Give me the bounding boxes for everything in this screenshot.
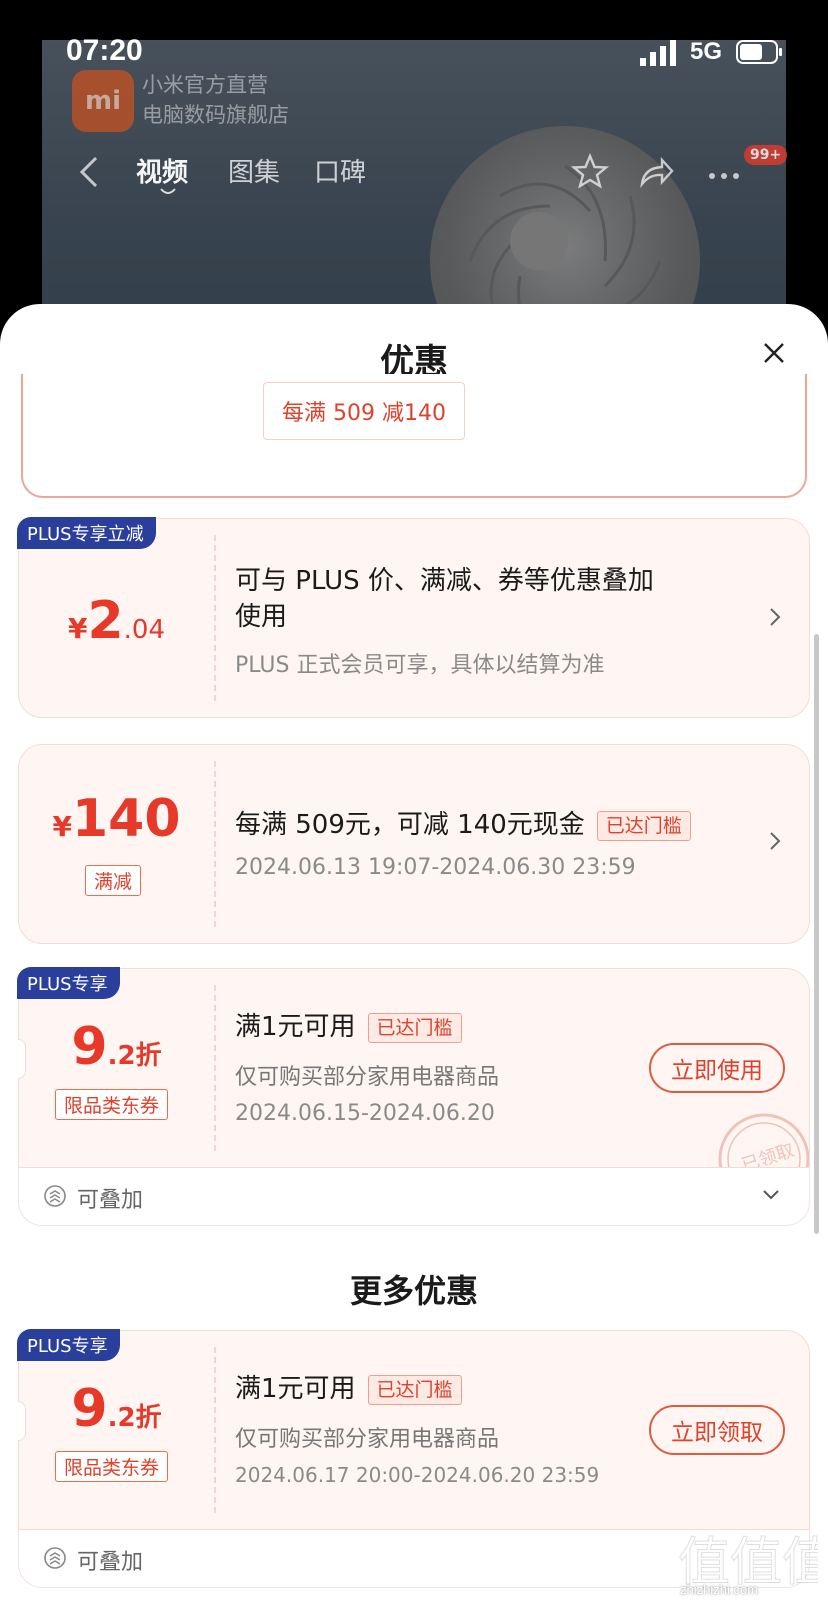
stackable-row[interactable]: 可叠加 <box>18 1168 810 1226</box>
amount-integer: 2 <box>87 591 124 651</box>
promo-chip[interactable]: 每满 509 减140 <box>263 382 465 440</box>
store-logo[interactable]: mi <box>72 70 134 132</box>
card-divider <box>214 761 216 927</box>
card1-line1: 可与 PLUS 价、满减、券等优惠叠加 <box>235 566 654 596</box>
amount-integer: 140 <box>71 789 181 849</box>
claim-now-button[interactable]: 立即领取 <box>649 1405 785 1455</box>
back-arrow-icon[interactable] <box>76 152 104 192</box>
signal-icon <box>640 40 676 66</box>
store-name-line2: 电脑数码旗舰店 <box>142 103 289 127</box>
reduction-amount: ¥140 <box>19 789 214 849</box>
threshold-reached-badge: 已达门槛 <box>367 1012 462 1043</box>
plus-tag: PLUS专享立减 <box>17 517 156 549</box>
screen: mi 小米官方直营 电脑数码旗舰店 视频 图集 口碑 99+ 07:20 5G … <box>0 0 828 1604</box>
card1-line2: 使用 <box>235 602 288 632</box>
stackable-label: 可叠加 <box>77 1188 144 1213</box>
discount-decimal: .2 <box>107 1403 136 1433</box>
validity-date: 2024.06.15-2024.06.20 <box>235 1101 495 1126</box>
svg-text:已领取: 已领取 <box>739 1140 797 1167</box>
stackable-label: 可叠加 <box>77 1550 144 1575</box>
tab-gallery[interactable]: 图集 <box>228 152 280 189</box>
battery-icon <box>736 40 782 64</box>
discount-decimal: .2 <box>107 1041 136 1071</box>
card-divider <box>214 535 216 701</box>
more-icon[interactable] <box>704 152 744 192</box>
card4-main: 满1元可用 <box>235 1374 356 1404</box>
more-discounts-title: 更多优惠 <box>349 1272 478 1310</box>
discount-integer: 9 <box>71 1379 108 1439</box>
type-label: 满减 <box>85 865 142 896</box>
scrollbar[interactable] <box>814 634 819 1234</box>
watermark-url: zhizhizhi.com <box>680 1582 759 1597</box>
full-reduction-card[interactable]: ¥140 满减 每满 509元，可减 140元现金 已达门槛 2024.06.13… <box>18 744 810 944</box>
coupon-type-label: 限品类东券 <box>55 1451 169 1482</box>
stack-icon <box>44 1185 66 1207</box>
currency-symbol: ¥ <box>52 810 72 843</box>
plus-tag: PLUS专享 <box>17 967 120 999</box>
tab-video[interactable]: 视频 <box>136 152 188 189</box>
tab-reviews[interactable]: 口碑 <box>314 152 366 189</box>
chevron-right-icon[interactable] <box>767 605 783 629</box>
plus-coupon-card[interactable]: PLUS专享 9.2折 限品类东券 满1元可用 已达门槛 仅可购买部分家用电器商品… <box>17 967 810 1168</box>
network-type: 5G <box>690 38 723 65</box>
use-now-button[interactable]: 立即使用 <box>649 1043 785 1093</box>
card-divider <box>214 1347 216 1513</box>
plus-tag: PLUS专享 <box>17 1329 120 1361</box>
share-icon[interactable] <box>636 152 676 192</box>
card3-main-text: 满1元可用 已达门槛 <box>235 1009 462 1045</box>
coupon-scope: 仅可购买部分家用电器商品 <box>235 1065 500 1090</box>
received-stamp-icon: 已领取 <box>718 1113 809 1167</box>
discount-unit: 折 <box>135 1041 162 1071</box>
currency-symbol: ¥ <box>67 612 88 645</box>
validity-date: 2024.06.17 20:00-2024.06.20 23:59 <box>235 1463 600 1487</box>
stack-icon <box>44 1547 66 1569</box>
discount-rate: 9.2折 <box>19 1017 214 1077</box>
discount-integer: 9 <box>71 1017 108 1077</box>
store-name-line1: 小米官方直营 <box>142 73 268 97</box>
coupon-type-label: 限品类东券 <box>55 1089 169 1120</box>
card-divider <box>214 985 216 1151</box>
card2-main-text: 每满 509元，可减 140元现金 已达门槛 <box>235 807 691 843</box>
card3-main: 满1元可用 <box>235 1012 356 1042</box>
threshold-reached-badge: 已达门槛 <box>596 810 691 841</box>
card4-main-text: 满1元可用 已达门槛 <box>235 1371 462 1407</box>
coupon-scope: 仅可购买部分家用电器商品 <box>235 1427 500 1452</box>
discount-sheet: 优惠 每满 509 减140 PLUS专享立减 ¥2.04 可与 PLUS 价、… <box>0 304 828 1604</box>
card1-subtext: PLUS 正式会员可享，具体以结算为准 <box>235 653 605 678</box>
discount-rate: 9.2折 <box>19 1379 214 1439</box>
validity-date: 2024.06.13 19:07-2024.06.30 23:59 <box>235 855 636 880</box>
plus-instant-discount-card[interactable]: PLUS专享立减 ¥2.04 可与 PLUS 价、满减、券等优惠叠加 使用 PL… <box>17 517 810 718</box>
promo-card-top: 每满 509 减140 <box>21 374 807 498</box>
tab-active-indicator <box>160 188 176 194</box>
card2-main: 每满 509元，可减 140元现金 <box>235 810 585 840</box>
discount-amount: ¥2.04 <box>19 591 214 651</box>
discount-unit: 折 <box>135 1403 162 1433</box>
amount-decimal: .04 <box>123 615 166 645</box>
plus-coupon-card-2[interactable]: PLUS专享 9.2折 限品类东券 满1元可用 已达门槛 仅可购买部分家用电器商品… <box>17 1329 810 1530</box>
status-time: 07:20 <box>66 34 143 67</box>
threshold-reached-badge: 已达门槛 <box>367 1374 462 1405</box>
chevron-right-icon[interactable] <box>767 829 783 853</box>
close-icon[interactable] <box>762 341 786 365</box>
star-icon[interactable] <box>570 152 610 192</box>
card1-main-text: 可与 PLUS 价、满减、券等优惠叠加 使用 <box>235 563 654 635</box>
chevron-down-icon[interactable] <box>761 1188 781 1202</box>
message-badge: 99+ <box>744 145 788 165</box>
store-name[interactable]: 小米官方直营 电脑数码旗舰店 <box>142 70 289 130</box>
